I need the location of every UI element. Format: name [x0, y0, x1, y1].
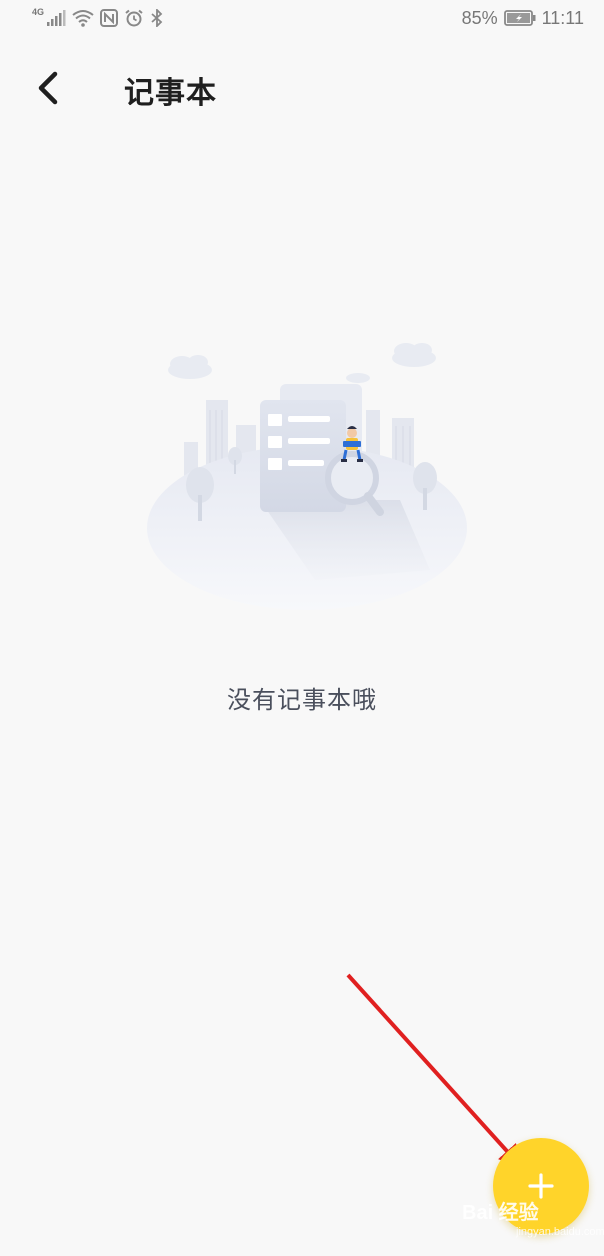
- app-header: 记事本: [0, 50, 604, 130]
- wifi-icon: [72, 10, 94, 27]
- status-bar: 4G 85% 11:11: [0, 0, 604, 36]
- add-notebook-button[interactable]: [493, 1138, 589, 1234]
- plus-icon: [528, 1173, 554, 1199]
- empty-notebook-illustration: [140, 330, 474, 620]
- nfc-icon: [100, 9, 119, 27]
- network-type-label: 4G: [32, 7, 45, 17]
- page-title: 记事本: [124, 76, 217, 111]
- status-icons-left: 4G: [32, 6, 164, 30]
- clock: 11:11: [541, 7, 584, 28]
- status-icons-right: 85% 11:11: [462, 6, 584, 30]
- signal-icon: [47, 10, 66, 26]
- battery-icon: [503, 10, 536, 26]
- battery-percent: 85%: [461, 7, 498, 28]
- back-button[interactable]: [22, 62, 74, 114]
- alarm-icon: [125, 9, 143, 27]
- chevron-left-icon: [38, 71, 58, 105]
- bluetooth-icon: [151, 9, 163, 27]
- empty-state-message: 没有记事本哦: [227, 686, 377, 714]
- annotation-arrow: [346, 973, 524, 1169]
